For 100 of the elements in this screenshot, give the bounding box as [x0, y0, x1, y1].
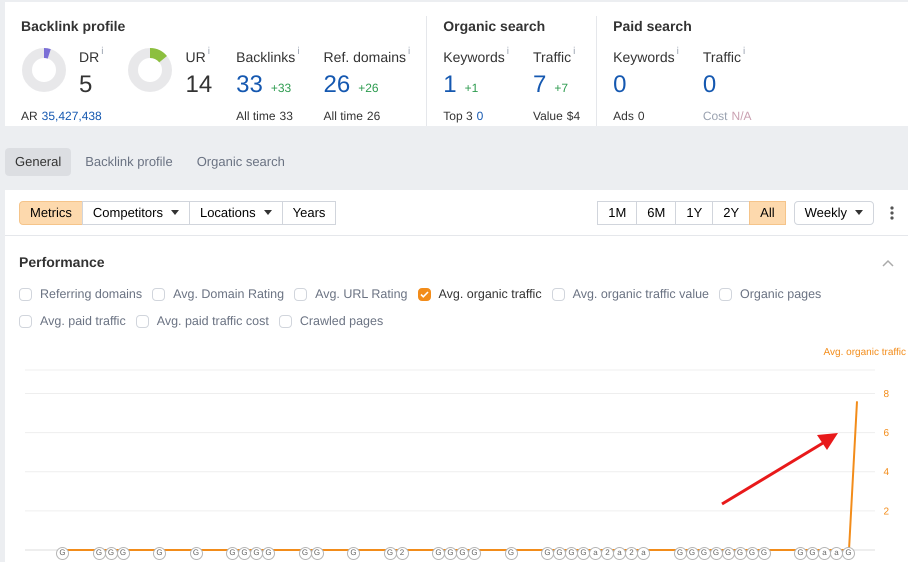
metric-footer-label: Top 3: [443, 108, 473, 125]
donut-gauge-icon: [127, 47, 174, 93]
range-button[interactable]: 1Y: [675, 200, 714, 224]
caret-icon: [855, 210, 863, 215]
more-icon[interactable]: [890, 206, 894, 220]
event-marker[interactable]: G: [116, 546, 130, 560]
collapse-icon[interactable]: [882, 258, 894, 266]
event-marker[interactable]: G: [577, 546, 590, 560]
event-marker[interactable]: G: [250, 546, 263, 560]
tab[interactable]: Organic search: [186, 148, 295, 176]
tab[interactable]: Backlink profile: [75, 148, 183, 176]
checkbox[interactable]: [152, 288, 166, 301]
checkbox-label[interactable]: Avg. Domain Rating: [173, 285, 284, 304]
metric-value[interactable]: 1: [443, 69, 457, 101]
metric-footer-value[interactable]: 0: [476, 107, 484, 125]
tab[interactable]: General: [5, 148, 72, 176]
range-button[interactable]: All: [749, 200, 786, 224]
event-marker[interactable]: G: [432, 546, 445, 560]
range-button[interactable]: 2Y: [712, 200, 750, 224]
checkbox[interactable]: [294, 288, 308, 301]
checkbox-label[interactable]: Organic pages: [740, 285, 822, 304]
toolbar-button[interactable]: Competitors: [82, 200, 190, 224]
checkbox[interactable]: [719, 288, 732, 301]
metric-value[interactable]: 7: [532, 69, 546, 101]
metric-footer-label: AR: [21, 108, 38, 125]
event-marker[interactable]: G: [722, 546, 734, 560]
event-marker[interactable]: G: [444, 546, 457, 560]
event-marker[interactable]: G: [456, 546, 469, 560]
checkbox-label[interactable]: Avg. paid traffic: [40, 312, 126, 330]
metric-footer-label: Value: [532, 108, 563, 125]
checkbox-label[interactable]: Avg. organic traffic value: [572, 285, 709, 304]
range-button[interactable]: 1M: [597, 200, 638, 224]
event-marker[interactable]: G: [504, 546, 518, 560]
caret-icon: [264, 210, 272, 215]
event-marker[interactable]: a: [589, 546, 602, 560]
checkbox-label[interactable]: Crawled pages: [300, 312, 384, 330]
toolbar-button[interactable]: Years: [282, 200, 336, 224]
event-marker[interactable]: G: [734, 546, 746, 560]
metric-value: 14: [185, 70, 212, 100]
event-marker[interactable]: 2: [396, 546, 408, 560]
checkbox[interactable]: [278, 314, 292, 328]
toolbar-button[interactable]: Locations: [188, 200, 283, 224]
checkbox[interactable]: [136, 314, 149, 328]
checkbox[interactable]: [552, 288, 565, 301]
metric-label: Traffic: [702, 48, 741, 67]
metric-value[interactable]: 0: [613, 69, 626, 101]
checkbox[interactable]: [418, 288, 430, 301]
event-marker[interactable]: G: [92, 546, 106, 560]
event-marker[interactable]: G: [104, 546, 118, 560]
event-marker[interactable]: G: [310, 546, 324, 560]
interval-dropdown[interactable]: Weekly: [794, 200, 874, 224]
event-marker[interactable]: a: [613, 546, 626, 560]
metric-footer-value: 33: [280, 108, 293, 125]
toolbar-button[interactable]: Metrics: [19, 200, 83, 224]
checkbox-label[interactable]: Avg. organic traffic: [438, 285, 542, 304]
metric-footer-label: All time: [236, 108, 276, 125]
metric-delta: +7: [554, 80, 568, 97]
metric-footer-value: $4: [566, 108, 580, 125]
event-marker[interactable]: G: [686, 546, 698, 560]
metric-label: Keywords: [613, 48, 675, 67]
event-marker[interactable]: G: [794, 546, 807, 560]
event-marker[interactable]: G: [468, 546, 481, 560]
event-marker[interactable]: G: [226, 546, 239, 560]
event-marker[interactable]: G: [298, 546, 312, 560]
event-marker[interactable]: G: [842, 546, 855, 560]
y-tick-label: 8: [883, 388, 889, 400]
event-marker[interactable]: G: [347, 546, 360, 560]
event-marker[interactable]: G: [553, 546, 566, 560]
event-marker[interactable]: 2: [625, 546, 638, 560]
event-marker[interactable]: G: [746, 546, 758, 560]
checkbox-label[interactable]: Avg. paid traffic cost: [156, 312, 269, 330]
event-marker[interactable]: G: [190, 546, 202, 560]
metric-footer-value[interactable]: 35,427,438: [42, 107, 102, 125]
metric-footer-label: All time: [324, 108, 363, 125]
metric-value[interactable]: 26: [324, 69, 350, 101]
panel-title: Performance: [19, 253, 105, 272]
metric-footer-value: 26: [366, 108, 380, 125]
metric-value[interactable]: 33: [236, 69, 263, 101]
event-marker[interactable]: a: [637, 546, 650, 560]
event-marker[interactable]: G: [758, 546, 770, 560]
event-marker[interactable]: G: [238, 546, 251, 560]
event-marker[interactable]: G: [710, 546, 722, 560]
event-marker[interactable]: G: [698, 546, 710, 560]
event-marker[interactable]: G: [541, 546, 554, 560]
event-marker[interactable]: G: [153, 546, 166, 560]
event-marker[interactable]: G: [262, 546, 275, 560]
event-marker[interactable]: G: [565, 546, 578, 560]
checkbox-label[interactable]: Referring domains: [40, 285, 142, 304]
metric-value[interactable]: 0: [702, 69, 716, 101]
checkbox-label[interactable]: Avg. URL Rating: [315, 285, 408, 304]
event-marker[interactable]: a: [830, 546, 843, 560]
event-marker[interactable]: a: [818, 546, 831, 560]
event-marker[interactable]: G: [806, 546, 819, 560]
range-button[interactable]: 6M: [636, 200, 676, 224]
event-marker[interactable]: 2: [601, 546, 614, 560]
event-marker[interactable]: G: [674, 546, 686, 560]
checkbox[interactable]: [19, 314, 32, 328]
event-marker[interactable]: G: [56, 546, 69, 560]
checkbox[interactable]: [19, 288, 32, 301]
event-marker[interactable]: G: [384, 546, 396, 560]
